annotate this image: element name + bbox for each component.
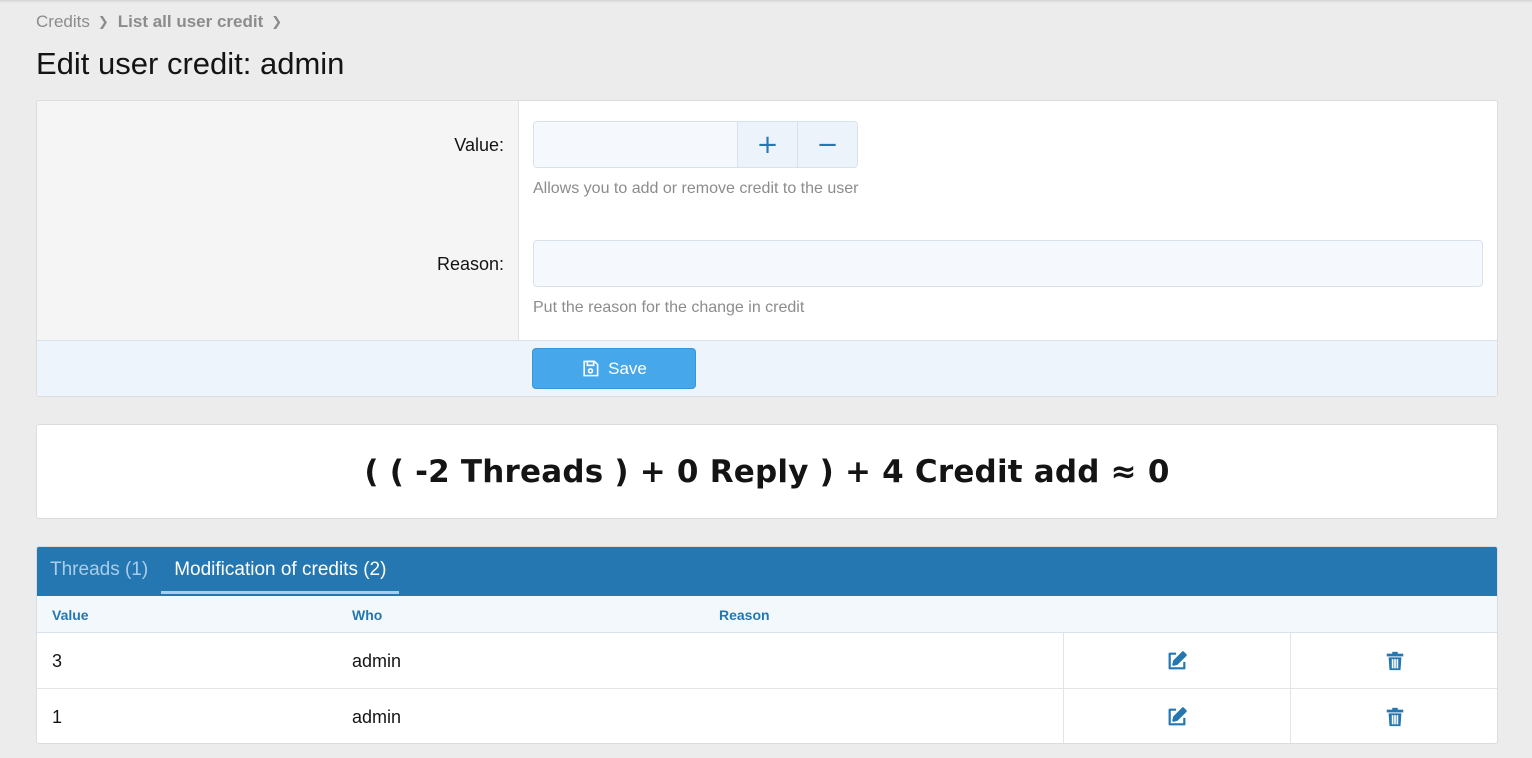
tab-modification-of-credits[interactable]: Modification of credits (2) (161, 547, 400, 596)
reason-label: Reason: (436, 254, 504, 274)
delete-button[interactable] (1290, 689, 1497, 743)
page-title: Edit user credit: admin (36, 46, 345, 81)
cell-value: 3 (52, 651, 63, 671)
credit-tabs-panel: Threads (1) Modification of credits (2) … (36, 546, 1498, 744)
value-input[interactable] (534, 122, 737, 167)
delete-button[interactable] (1290, 633, 1497, 689)
tab-bar: Threads (1) Modification of credits (2) (37, 547, 1497, 596)
value-label: Value: (454, 135, 504, 155)
chevron-right-icon: ❯ (271, 14, 283, 29)
credits-table: Value Who Reason 3 admin 1 admin (37, 596, 1497, 743)
trash-icon (1386, 707, 1404, 727)
cell-who: admin (352, 651, 402, 671)
edit-button[interactable] (1063, 689, 1290, 743)
save-button[interactable]: Save (532, 348, 696, 389)
column-header-reason: Reason (719, 607, 770, 623)
edit-button[interactable] (1063, 633, 1290, 689)
edit-icon (1168, 651, 1187, 670)
credit-formula: ( ( -2 Threads ) + 0 Reply ) + 4 Credit … (364, 453, 1170, 490)
column-header-who: Who (352, 607, 383, 623)
increment-button[interactable]: + (737, 122, 797, 167)
breadcrumb-list-all-user-credit[interactable]: List all user credit (118, 12, 264, 32)
chevron-right-icon: ❯ (97, 14, 109, 29)
edit-credit-form: Value: Reason: + − Allows you to add or … (36, 100, 1498, 397)
form-label-column: Value: Reason: (37, 101, 519, 340)
table-row: 3 admin (37, 633, 1497, 689)
breadcrumb: Credits ❯ List all user credit ❯ (36, 12, 291, 32)
tab-threads[interactable]: Threads (1) (37, 547, 161, 596)
decrement-button[interactable]: − (797, 122, 857, 167)
form-footer: Save (37, 340, 1497, 396)
reason-input[interactable] (533, 240, 1483, 287)
credit-formula-panel: ( ( -2 Threads ) + 0 Reply ) + 4 Credit … (36, 424, 1498, 519)
table-header: Value Who Reason (37, 596, 1497, 633)
value-hint: Allows you to add or remove credit to th… (533, 180, 859, 197)
table-row: 1 admin (37, 689, 1497, 743)
edit-icon (1168, 707, 1187, 726)
save-icon (583, 360, 599, 377)
top-shadow (0, 0, 1532, 3)
breadcrumb-credits[interactable]: Credits (36, 12, 90, 32)
column-header-value: Value (52, 607, 89, 623)
reason-hint: Put the reason for the change in credit (533, 299, 805, 316)
cell-value: 1 (52, 707, 63, 727)
value-stepper: + − (533, 121, 858, 168)
trash-icon (1386, 651, 1404, 671)
cell-who: admin (352, 707, 402, 727)
save-button-label: Save (608, 358, 647, 378)
